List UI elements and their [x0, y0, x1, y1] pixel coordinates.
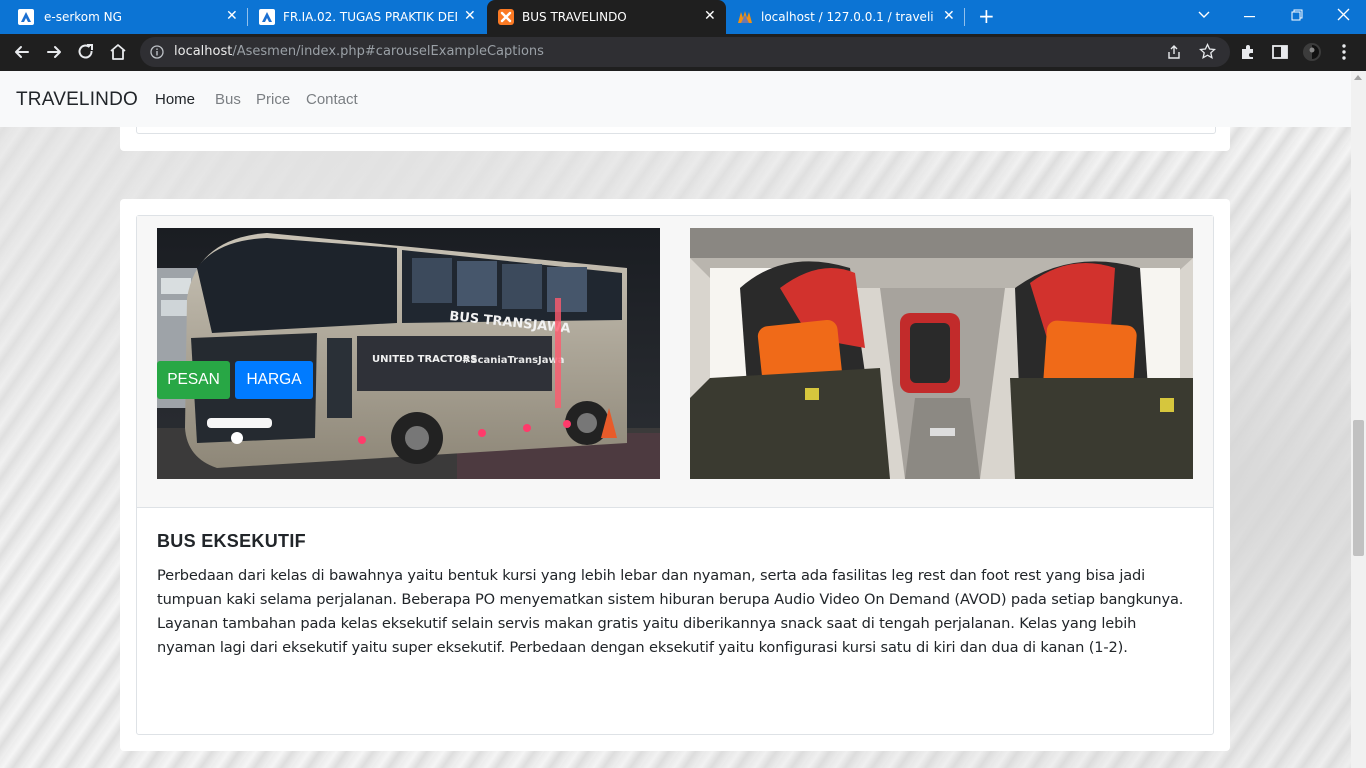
share-icon[interactable]	[1166, 44, 1182, 60]
bus-card-eksekutif: BUS TRANSJAWA UNITED TRACTORS #ScaniaTra…	[120, 199, 1230, 751]
page-viewport: TRAVELINDO Home Bus Price Contact BUS TR…	[0, 71, 1351, 768]
side-panel-icon[interactable]	[1270, 42, 1290, 62]
tab-bus-travelindo[interactable]: BUS TRAVELINDO ✕	[487, 0, 726, 34]
xampp-favicon-icon	[498, 9, 514, 25]
e-serkom-favicon-icon	[18, 9, 34, 25]
bus-exterior-image: BUS TRANSJAWA UNITED TRACTORS #ScaniaTra…	[157, 228, 660, 479]
scrollbar-thumb[interactable]	[1353, 420, 1364, 556]
close-tab-icon[interactable]: ✕	[226, 8, 238, 24]
reload-icon[interactable]	[76, 42, 96, 62]
minimize-icon[interactable]	[1244, 16, 1255, 18]
site-navbar: TRAVELINDO Home Bus Price Contact	[0, 71, 1351, 127]
tab-title: e-serkom NG	[44, 10, 122, 24]
new-tab-icon[interactable]: +	[978, 6, 995, 26]
nav-link-contact[interactable]: Contact	[306, 91, 358, 108]
tab-fr-ia-02[interactable]: FR.IA.02. TUGAS PRAKTIK DEMON ✕	[248, 0, 487, 34]
info-icon[interactable]	[150, 45, 164, 59]
brand-logo[interactable]: TRAVELINDO	[16, 89, 138, 111]
bus-card-description: Perbedaan dari kelas di bawahnya yaitu b…	[157, 567, 1184, 656]
bus-interior-seats-image	[690, 228, 1193, 479]
extensions-icon[interactable]	[1238, 42, 1258, 62]
scroll-up-arrow-icon[interactable]	[1354, 75, 1362, 80]
nav-link-home[interactable]: Home	[155, 91, 195, 108]
harga-button[interactable]: HARGA	[235, 361, 313, 399]
profile-avatar-icon[interactable]	[1302, 42, 1322, 62]
tab-title: BUS TRAVELINDO	[522, 10, 627, 24]
tab-title: FR.IA.02. TUGAS PRAKTIK DEMON	[283, 10, 457, 24]
bus-hashtag-text: #ScaniaTransJawa	[462, 355, 564, 366]
tab-title: localhost / 127.0.0.1 / travelindo	[761, 10, 933, 24]
restore-icon[interactable]	[1291, 9, 1303, 21]
tab-search-chevron-icon[interactable]	[1198, 10, 1210, 20]
home-icon[interactable]	[108, 42, 128, 62]
window-close-icon[interactable]	[1337, 8, 1350, 21]
close-tab-icon[interactable]: ✕	[464, 8, 476, 24]
bookmark-star-icon[interactable]	[1199, 43, 1216, 60]
forward-icon[interactable]	[44, 42, 64, 62]
phpmyadmin-favicon-icon	[738, 11, 752, 23]
back-icon[interactable]	[12, 42, 32, 62]
pesan-button[interactable]: PESAN	[157, 361, 230, 399]
url-text[interactable]: localhost/Asesmen/index.php#carouselExam…	[174, 44, 544, 59]
nav-link-bus[interactable]: Bus	[215, 91, 241, 108]
tab-e-serkom[interactable]: e-serkom NG ✕	[0, 0, 248, 34]
page-scrollbar[interactable]	[1351, 71, 1366, 768]
close-tab-icon[interactable]: ✕	[943, 8, 955, 24]
fr-ia-favicon-icon	[259, 9, 275, 25]
address-bar[interactable]: localhost/Asesmen/index.php#carouselExam…	[140, 37, 1230, 67]
nav-link-price[interactable]: Price	[256, 91, 290, 108]
browser-tab-strip: e-serkom NG ✕ FR.IA.02. TUGAS PRAKTIK DE…	[0, 0, 1366, 34]
bus-card-body: BUS EKSEKUTIF Perbedaan dari kelas di ba…	[157, 531, 1197, 660]
menu-kebab-icon[interactable]	[1334, 42, 1354, 62]
bus-card-title: BUS EKSEKUTIF	[157, 531, 306, 551]
close-tab-icon[interactable]: ✕	[704, 8, 716, 24]
bus-card-inner: BUS TRANSJAWA UNITED TRACTORS #ScaniaTra…	[136, 215, 1214, 735]
tab-phpmyadmin[interactable]: localhost / 127.0.0.1 / travelindo ✕	[726, 0, 965, 34]
browser-toolbar: localhost/Asesmen/index.php#carouselExam…	[0, 34, 1366, 71]
